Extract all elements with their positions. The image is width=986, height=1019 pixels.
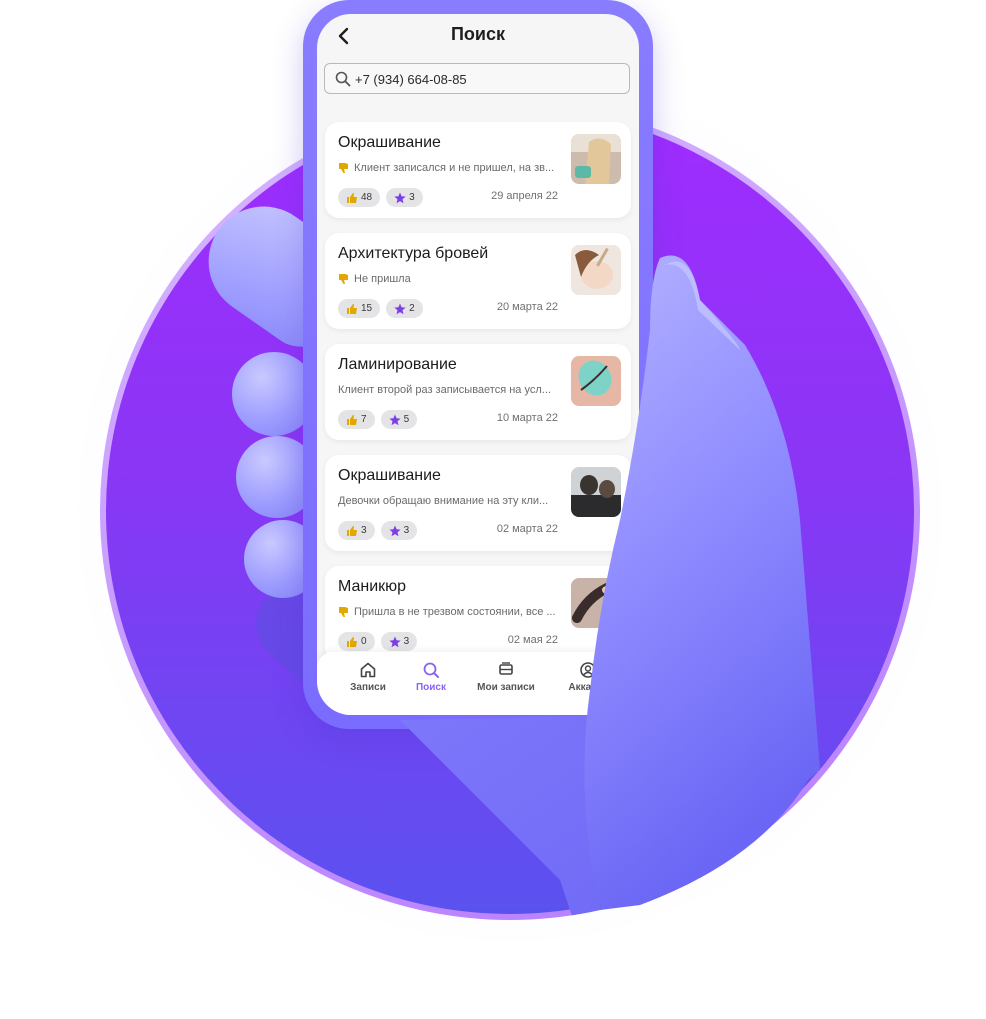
stars-count: 5 <box>403 414 410 425</box>
tab-label: Аккаунт <box>568 682 608 693</box>
search-icon <box>335 71 351 87</box>
top-bar: Поиск <box>317 14 639 59</box>
record-comment: Клиент записался и не пришел, на зв... <box>338 162 558 174</box>
record-photo <box>571 356 621 406</box>
record-comment-text: Пришла в не трезвом состоянии, все ... <box>354 606 556 618</box>
record-date: 02 мая 22 <box>507 634 558 646</box>
likes-count: 48 <box>361 192 373 203</box>
likes-chip[interactable]: 7 <box>338 410 375 429</box>
record-comment-text: Не пришла <box>354 273 411 285</box>
illustration-stage: Поиск Окрашивание <box>0 0 986 1019</box>
likes-chip[interactable]: 0 <box>338 632 375 651</box>
likes-count: 3 <box>361 525 367 536</box>
record-comment: Пришла в не трезвом состоянии, все ... <box>338 606 558 618</box>
likes-chip[interactable]: 3 <box>338 521 375 540</box>
record-title: Окрашивание <box>338 134 441 151</box>
star-icon <box>388 525 401 536</box>
record-comment-text: Клиент записался и не пришел, на зв... <box>354 162 555 174</box>
thumbs-down-icon <box>338 273 350 285</box>
record-photo <box>571 134 621 184</box>
likes-count: 15 <box>361 303 373 314</box>
record-comment-text: Клиент второй раз записывается на усл... <box>338 384 551 396</box>
record-card[interactable]: Окрашивание Девочки обращаю внимание на … <box>325 455 631 551</box>
records-icon <box>499 662 513 675</box>
record-comment: Не пришла <box>338 273 558 285</box>
record-title: Окрашивание <box>338 467 441 484</box>
record-date: 10 марта 22 <box>496 412 558 424</box>
record-card[interactable]: Окрашивание Клиент записался и не пришел… <box>325 122 631 218</box>
phone-screen: Поиск Окрашивание <box>317 14 639 715</box>
search-input[interactable] <box>355 68 615 90</box>
thumbs-up-icon <box>347 636 357 647</box>
record-title: Маникюр <box>338 578 407 595</box>
record-card[interactable]: Маникюр Пришла в не трезвом состоянии, в… <box>325 566 631 662</box>
stars-count: 2 <box>409 303 415 314</box>
star-icon <box>394 192 406 203</box>
rating-chip[interactable]: 2 <box>386 299 423 318</box>
tab-label: Мои записи <box>477 682 535 693</box>
record-card[interactable]: Ламинирование Клиент второй раз записыва… <box>325 344 631 440</box>
thumbs-down-icon <box>338 162 350 174</box>
stars-count: 3 <box>403 636 410 647</box>
record-comment: Клиент второй раз записывается на усл... <box>338 384 558 396</box>
rating-chip[interactable]: 5 <box>380 410 418 429</box>
record-chips: 7 5 <box>338 410 418 429</box>
record-title: Ламинирование <box>338 356 457 373</box>
record-chips: 3 3 <box>338 521 418 540</box>
record-title: Архитектура бровей <box>338 245 489 262</box>
tab-search[interactable]: Поиск <box>410 661 452 693</box>
tab-label: Поиск <box>415 682 446 693</box>
search-icon <box>423 662 439 678</box>
thumbs-up-icon <box>347 192 357 203</box>
tab-records[interactable]: Записи <box>345 661 391 693</box>
thumbs-up-icon <box>347 414 357 425</box>
tab-my-records[interactable]: Мои записи <box>471 661 541 693</box>
record-chips: 15 2 <box>338 299 423 318</box>
record-date: 02 марта 22 <box>496 523 558 535</box>
phone-frame: Поиск Окрашивание <box>303 0 653 729</box>
account-icon <box>580 662 596 678</box>
record-card[interactable]: Архитектура бровей Не пришла 15 2 20 мар… <box>325 233 631 329</box>
tab-label: Записи <box>350 682 386 693</box>
thumbs-up-icon <box>347 303 357 314</box>
record-photo <box>571 467 621 517</box>
record-chips: 48 3 <box>338 188 423 207</box>
rating-chip[interactable]: 3 <box>380 521 418 540</box>
rating-chip[interactable]: 3 <box>380 632 418 651</box>
search-field[interactable] <box>324 63 630 94</box>
likes-count: 7 <box>361 414 367 425</box>
likes-count: 0 <box>361 636 367 647</box>
star-icon <box>388 636 401 647</box>
stars-count: 3 <box>409 192 415 203</box>
rating-chip[interactable]: 3 <box>386 188 423 207</box>
record-photo <box>571 578 621 628</box>
star-icon <box>388 414 401 425</box>
record-comment: Девочки обращаю внимание на эту кли... <box>338 495 558 507</box>
record-date: 20 марта 22 <box>496 301 558 313</box>
tab-account[interactable]: Аккаунт <box>560 661 616 693</box>
record-comment-text: Девочки обращаю внимание на эту кли... <box>338 495 549 507</box>
thumbs-down-icon <box>338 606 350 618</box>
bottom-tab-bar: Записи Поиск Мои записи Аккаунт <box>317 652 639 715</box>
record-date: 29 апреля 22 <box>491 190 558 202</box>
likes-chip[interactable]: 15 <box>338 299 381 318</box>
thumbs-up-icon <box>347 525 357 536</box>
record-photo <box>571 245 621 295</box>
likes-chip[interactable]: 48 <box>338 188 381 207</box>
page-title: Поиск <box>450 24 506 44</box>
home-icon <box>360 662 376 678</box>
stars-count: 3 <box>403 525 410 536</box>
record-chips: 0 3 <box>338 632 418 651</box>
star-icon <box>394 303 406 314</box>
